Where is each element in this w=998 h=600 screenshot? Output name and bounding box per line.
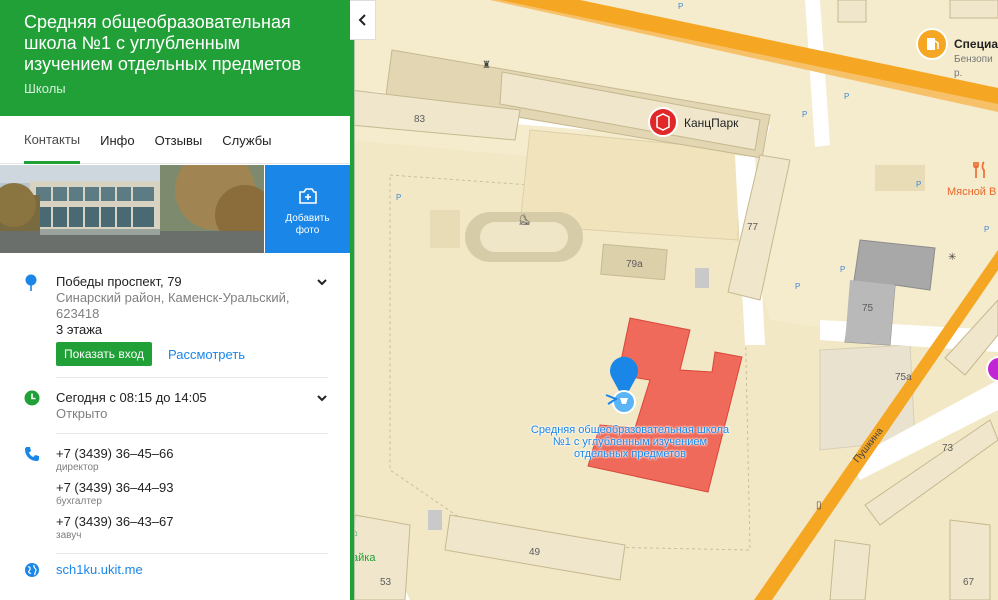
building-67 xyxy=(949,519,991,600)
parking-icon: P xyxy=(840,265,846,274)
special-poi-sub: Бензопи xyxy=(954,54,993,65)
divider xyxy=(56,377,328,378)
location-pin-icon xyxy=(25,274,37,291)
address-actions: Показать вход Рассмотреть xyxy=(56,342,350,366)
map-canvas[interactable]: КанцПарк Специа Бензопи р. Мясной В ⌂ ай… xyxy=(350,0,998,600)
gas-station-poi-icon[interactable] xyxy=(916,28,948,60)
address-section: Победы проспект, 79 Синарский район, Кам… xyxy=(0,274,350,366)
tab-services[interactable]: Службы xyxy=(222,116,271,164)
parking-icon: P xyxy=(795,282,801,291)
house-number: 83 xyxy=(414,114,426,125)
attraction-icon: ✳ xyxy=(948,252,957,263)
app-root: Средняя общеобразовательная школа №1 с у… xyxy=(0,0,998,600)
divider xyxy=(56,553,328,554)
divider xyxy=(56,433,328,434)
parking-icon: P xyxy=(396,193,402,202)
address-main: Победы проспект, 79 xyxy=(56,274,182,289)
place-header: Средняя общеобразовательная школа №1 с у… xyxy=(0,0,350,116)
house-number: 53 xyxy=(380,577,392,588)
building xyxy=(837,0,867,23)
tab-contacts[interactable]: Контакты xyxy=(24,116,81,164)
phone-role: директор xyxy=(56,462,99,473)
parking-icon: P xyxy=(916,180,922,189)
chevron-down-icon[interactable] xyxy=(316,392,328,404)
add-photo-label: Добавить фото xyxy=(285,213,330,236)
place-title: Средняя общеобразовательная школа №1 с у… xyxy=(24,12,302,74)
website-section: sch1ku.ukit.me xyxy=(0,562,350,577)
kanzpark-label[interactable]: КанцПарк xyxy=(684,116,738,130)
place-category-link[interactable]: Школы xyxy=(24,81,326,96)
hours-section: Сегодня с 08:15 до 14:05 Открыто xyxy=(0,390,350,422)
address-district: Синарский район, Каменск-Уральский, 6234… xyxy=(56,290,290,321)
camera-plus-icon xyxy=(298,188,317,204)
chevron-down-icon[interactable] xyxy=(316,276,328,288)
building xyxy=(949,0,998,19)
house-number: 75 xyxy=(862,303,874,314)
floors-count: 3 этажа xyxy=(56,322,103,337)
garage xyxy=(428,510,442,530)
phone-role: завуч xyxy=(56,530,82,541)
building xyxy=(829,539,871,600)
special-poi-label[interactable]: Специа xyxy=(954,37,998,51)
yard-plot xyxy=(430,210,460,248)
school-map-label[interactable]: Средняя общеобразовательная школа №1 с у… xyxy=(530,424,730,460)
tabs-bar: Контакты Инфо Отзывы Службы xyxy=(0,116,350,164)
clock-icon xyxy=(24,390,40,406)
panel-border xyxy=(354,0,355,600)
chevron-left-icon xyxy=(358,14,366,26)
garage xyxy=(695,268,709,288)
kanzpark-poi-icon[interactable] xyxy=(648,107,678,137)
show-entrance-button[interactable]: Показать вход xyxy=(56,342,152,366)
house-number: 67 xyxy=(963,577,975,588)
school-building-photo xyxy=(0,165,264,253)
meat-shop-label[interactable]: Мясной В xyxy=(947,186,996,198)
globe-icon xyxy=(25,563,39,577)
parking-icon: P xyxy=(984,225,990,234)
phone-number[interactable]: +7 (3439) 36–45–66 xyxy=(56,446,350,462)
website-link[interactable]: sch1ku.ukit.me xyxy=(56,562,350,577)
tab-info[interactable]: Инфо xyxy=(100,116,134,164)
house-number: 75а xyxy=(895,372,912,383)
phones-section: +7 (3439) 36–45–66 директор +7 (3439) 36… xyxy=(0,446,350,542)
parking-icon: P xyxy=(844,92,850,101)
phone-role: бухгалтер xyxy=(56,496,102,507)
house-number: 73 xyxy=(942,443,954,454)
stadium-field xyxy=(480,222,568,252)
house-number: 77 xyxy=(747,222,759,233)
restaurant-icon[interactable] xyxy=(972,160,990,180)
monument-icon: ♜ xyxy=(482,60,491,71)
lavka-label[interactable]: айка xyxy=(352,552,375,564)
phone-number[interactable]: +7 (3439) 36–43–67 xyxy=(56,514,350,530)
traffic-light-icon: ▯ xyxy=(816,500,822,511)
parking-icon: P xyxy=(802,110,808,119)
collapse-panel-button[interactable] xyxy=(350,0,376,40)
skate-icon: ⛸ xyxy=(518,215,531,226)
house-number: 49 xyxy=(529,547,541,558)
add-photo-button[interactable]: Добавить фото xyxy=(265,165,350,253)
hours-schedule: Сегодня с 08:15 до 14:05 xyxy=(56,390,207,405)
house-number: 79а xyxy=(626,259,643,270)
view-link[interactable]: Рассмотреть xyxy=(168,347,245,362)
phone-number[interactable]: +7 (3439) 36–44–93 xyxy=(56,480,350,496)
place-photo[interactable] xyxy=(0,165,264,253)
tab-reviews[interactable]: Отзывы xyxy=(155,116,203,164)
place-card-panel: Средняя общеобразовательная школа №1 с у… xyxy=(0,0,350,600)
map-drawing xyxy=(350,0,998,600)
special-poi-sub2: р. xyxy=(954,68,963,79)
parking-icon: P xyxy=(678,2,684,11)
open-status: Открыто xyxy=(56,406,108,421)
phone-icon xyxy=(25,447,39,461)
